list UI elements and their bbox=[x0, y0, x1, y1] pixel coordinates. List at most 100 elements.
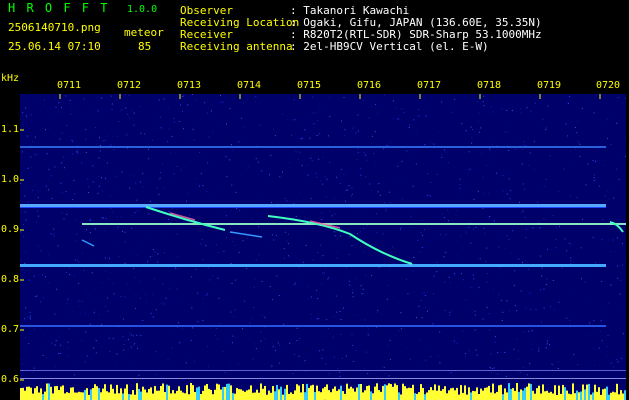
noise-speck bbox=[270, 182, 271, 184]
noise-speck bbox=[58, 335, 60, 337]
noise-speck bbox=[31, 167, 33, 169]
noise-speck bbox=[424, 307, 426, 309]
power-bar bbox=[196, 387, 198, 400]
y-tick-label: 1.1 bbox=[1, 124, 20, 135]
noise-speck bbox=[207, 162, 209, 164]
noise-speck bbox=[189, 214, 190, 216]
noise-speck bbox=[188, 357, 190, 359]
x-tick-label: 0717 bbox=[417, 80, 442, 91]
noise-speck bbox=[126, 134, 128, 136]
noise-speck bbox=[616, 153, 618, 155]
noise-speck bbox=[86, 355, 88, 357]
noise-speck bbox=[322, 272, 324, 274]
noise-speck bbox=[470, 126, 472, 128]
power-bar bbox=[44, 391, 46, 400]
noise-speck bbox=[387, 285, 389, 286]
noise-speck bbox=[26, 135, 28, 137]
noise-speck bbox=[333, 316, 335, 318]
noise-speck bbox=[584, 103, 586, 105]
noise-speck bbox=[108, 337, 110, 339]
power-bar bbox=[186, 385, 188, 400]
noise-speck bbox=[51, 342, 53, 344]
power-bar bbox=[308, 387, 310, 400]
noise-speck bbox=[180, 170, 182, 172]
noise-speck bbox=[148, 179, 150, 181]
noise-speck bbox=[48, 282, 50, 284]
noise-speck bbox=[549, 155, 551, 157]
power-bar bbox=[356, 387, 358, 400]
power-bar bbox=[538, 385, 540, 400]
noise-speck bbox=[606, 119, 608, 121]
noise-speck bbox=[73, 180, 75, 182]
noise-speck bbox=[70, 110, 72, 112]
noise-speck bbox=[226, 176, 228, 178]
power-bar bbox=[612, 391, 614, 400]
noise-speck bbox=[607, 190, 609, 192]
noise-speck bbox=[429, 349, 431, 351]
noise-speck bbox=[528, 164, 530, 166]
noise-speck bbox=[207, 227, 209, 229]
noise-speck bbox=[493, 159, 495, 161]
power-bar bbox=[438, 385, 440, 400]
noise-speck bbox=[95, 339, 97, 340]
noise-speck bbox=[22, 268, 24, 270]
noise-speck bbox=[82, 252, 83, 254]
noise-speck bbox=[468, 168, 470, 170]
power-bar bbox=[410, 388, 412, 400]
noise-speck bbox=[586, 333, 588, 335]
noise-speck bbox=[37, 245, 39, 247]
power-bar bbox=[412, 384, 414, 400]
noise-speck bbox=[212, 274, 213, 276]
noise-speck bbox=[142, 186, 144, 188]
noise-speck bbox=[293, 354, 295, 355]
noise-speck bbox=[319, 108, 321, 110]
noise-speck bbox=[336, 311, 338, 313]
noise-speck bbox=[117, 229, 119, 231]
noise-speck bbox=[516, 372, 518, 374]
noise-speck bbox=[78, 283, 80, 284]
antenna-value: : 2el-HB9CV Vertical (el. E-W) bbox=[290, 40, 489, 53]
noise-speck bbox=[413, 257, 415, 258]
noise-speck bbox=[339, 311, 341, 312]
noise-speck bbox=[184, 167, 186, 169]
power-bar bbox=[596, 391, 598, 400]
noise-speck bbox=[506, 124, 507, 126]
noise-speck bbox=[312, 96, 314, 98]
power-bar bbox=[496, 391, 498, 400]
noise-speck bbox=[439, 234, 441, 236]
noise-speck bbox=[321, 219, 323, 220]
noise-speck bbox=[501, 108, 503, 110]
noise-speck bbox=[540, 289, 542, 291]
noise-speck bbox=[129, 187, 131, 189]
power-bar bbox=[260, 383, 262, 400]
noise-speck bbox=[209, 279, 211, 281]
noise-speck bbox=[524, 216, 526, 218]
noise-speck bbox=[310, 198, 312, 200]
noise-speck bbox=[309, 137, 311, 139]
noise-speck bbox=[202, 259, 204, 261]
noise-speck bbox=[253, 307, 255, 308]
noise-speck bbox=[339, 375, 341, 377]
noise-speck bbox=[24, 262, 26, 264]
spectrogram-window: H R O F F T 1.0.0 2506140710.png meteor … bbox=[0, 0, 629, 400]
noise-speck bbox=[28, 279, 30, 281]
power-bar bbox=[294, 390, 296, 400]
noise-speck bbox=[135, 302, 137, 304]
noise-speck bbox=[316, 176, 318, 178]
noise-speck bbox=[92, 347, 94, 349]
noise-speck bbox=[357, 233, 359, 235]
noise-speck bbox=[528, 330, 530, 332]
noise-speck bbox=[393, 100, 394, 102]
noise-speck bbox=[307, 165, 309, 167]
power-bar bbox=[126, 384, 128, 400]
boundary-line bbox=[20, 378, 626, 379]
noise-speck bbox=[309, 117, 311, 119]
noise-speck bbox=[59, 352, 61, 354]
noise-speck bbox=[105, 200, 107, 202]
y-axis-unit: kHz bbox=[1, 73, 20, 84]
noise-speck bbox=[587, 163, 589, 165]
noise-speck bbox=[375, 104, 377, 106]
noise-speck bbox=[220, 209, 222, 211]
noise-speck bbox=[372, 102, 373, 104]
noise-speck bbox=[294, 119, 296, 121]
